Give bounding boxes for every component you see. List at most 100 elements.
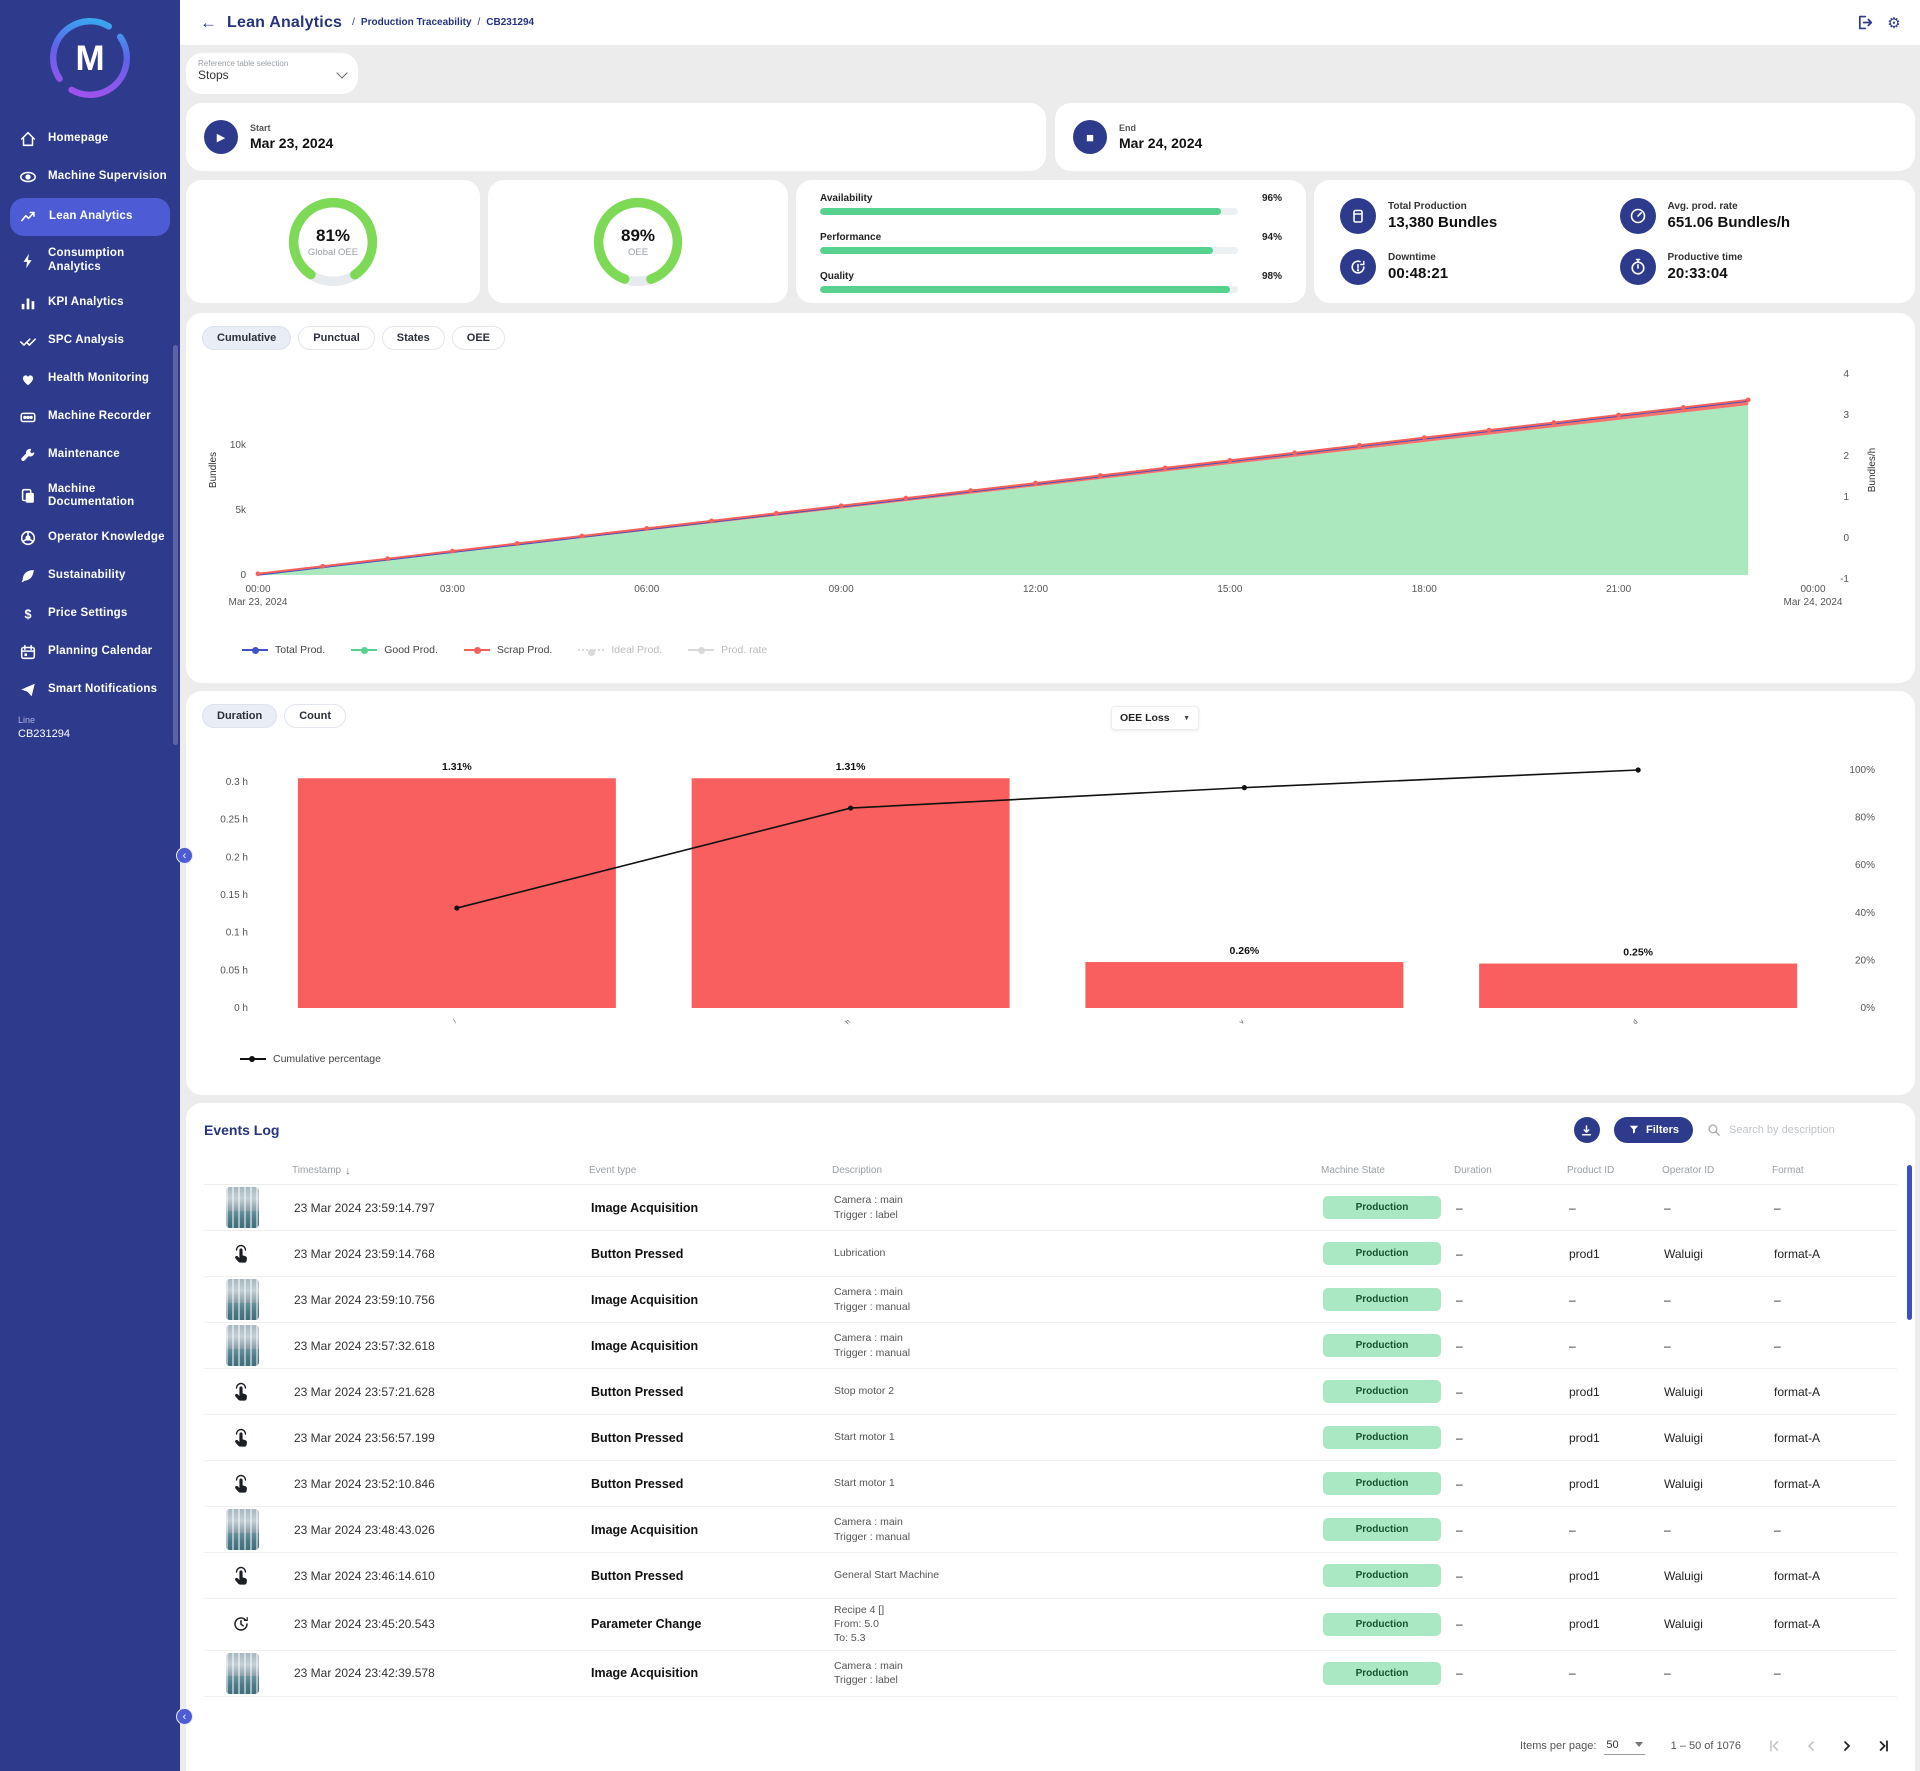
legend-total-prod[interactable]: Total Prod. bbox=[242, 644, 325, 656]
svg-text:0: 0 bbox=[240, 570, 246, 581]
column-header-product-id[interactable]: Product ID bbox=[1567, 1165, 1662, 1176]
start-date-card[interactable]: ▶ Start Mar 23, 2024 bbox=[186, 103, 1046, 171]
search-input[interactable] bbox=[1729, 1124, 1889, 1136]
column-header-machine-state[interactable]: Machine State bbox=[1321, 1165, 1454, 1176]
table-row[interactable]: 23 Mar 2024 23:59:10.756Image Acquisitio… bbox=[204, 1277, 1897, 1323]
events-scrollbar[interactable] bbox=[1907, 1165, 1912, 1320]
table-row[interactable]: 23 Mar 2024 23:57:21.628Button PressedSt… bbox=[204, 1369, 1897, 1415]
tab-oee[interactable]: OEE bbox=[452, 326, 505, 350]
photo-thumbnail[interactable] bbox=[226, 1509, 259, 1550]
breadcrumb-item-cb231294[interactable]: CB231294 bbox=[478, 17, 535, 28]
first-page-button[interactable] bbox=[1767, 1738, 1783, 1754]
cell-event-type: Image Acquisition bbox=[589, 1335, 832, 1357]
heart-icon bbox=[19, 370, 37, 388]
previous-page-button[interactable] bbox=[1803, 1738, 1819, 1754]
svg-text:3: 3 bbox=[1843, 410, 1849, 421]
table-row[interactable]: 23 Mar 2024 23:52:10.846Button PressedSt… bbox=[204, 1461, 1897, 1507]
legend-scrap-prod[interactable]: Scrap Prod. bbox=[464, 644, 552, 656]
sidebar-item-operator-knowledge[interactable]: Operator Knowledge bbox=[0, 519, 180, 557]
next-page-button[interactable] bbox=[1839, 1738, 1855, 1754]
logout-icon[interactable] bbox=[1855, 14, 1873, 32]
table-row[interactable]: 23 Mar 2024 23:46:14.610Button PressedGe… bbox=[204, 1553, 1897, 1599]
settings-gear-icon[interactable]: ⚙ bbox=[1885, 14, 1903, 32]
back-arrow-icon[interactable]: ← bbox=[200, 13, 217, 33]
filters-label: Filters bbox=[1646, 1124, 1679, 1136]
sidebar-item-machine-supervision[interactable]: Machine Supervision bbox=[0, 158, 180, 196]
table-row[interactable]: 23 Mar 2024 23:59:14.768Button PressedLu… bbox=[204, 1231, 1897, 1277]
pareto-legend: Cumulative percentage bbox=[202, 1053, 1899, 1065]
sidebar-item-health-monitoring[interactable]: Health Monitoring bbox=[0, 360, 180, 398]
sidebar-item-kpi-analytics[interactable]: KPI Analytics bbox=[0, 284, 180, 322]
photo-thumbnail[interactable] bbox=[226, 1187, 259, 1228]
reference-table-select[interactable]: Reference table selection Stops bbox=[186, 53, 358, 94]
items-per-page-select[interactable]: 50 bbox=[1604, 1738, 1644, 1755]
sidebar-item-smart-notifications[interactable]: Smart Notifications bbox=[0, 671, 180, 709]
sidebar-item-homepage[interactable]: Homepage bbox=[0, 120, 180, 158]
column-header-format[interactable]: Format bbox=[1772, 1165, 1897, 1176]
legend-ideal-prod[interactable]: Ideal Prod. bbox=[578, 644, 662, 656]
pareto-tab-count[interactable]: Count bbox=[284, 704, 346, 728]
pagination: Items per page: 50 1 – 50 of 1076 bbox=[204, 1727, 1897, 1765]
svg-text:10k: 10k bbox=[230, 440, 247, 451]
cell-format: – bbox=[1772, 1662, 1897, 1684]
cell-description: General Start Machine bbox=[832, 1564, 1321, 1586]
filters-button[interactable]: Filters bbox=[1614, 1117, 1693, 1143]
sidebar-item-price-settings[interactable]: $Price Settings bbox=[0, 595, 180, 633]
cell-format: format-A bbox=[1772, 1565, 1897, 1587]
sidebar-item-lean-analytics[interactable]: Lean Analytics bbox=[10, 198, 170, 236]
cell-event-type: Image Acquisition bbox=[589, 1197, 832, 1219]
oee-loss-pareto-card: DurationCount OEE Loss ▼ 0.3 h0.25 h0.2 … bbox=[186, 691, 1915, 1095]
table-row[interactable]: 23 Mar 2024 23:57:32.618Image Acquisitio… bbox=[204, 1323, 1897, 1369]
cell-timestamp: 23 Mar 2024 23:45:20.543 bbox=[292, 1613, 589, 1635]
table-row[interactable]: 23 Mar 2024 23:42:39.578Image Acquisitio… bbox=[204, 1651, 1897, 1697]
bolt-icon bbox=[19, 252, 37, 270]
sidebar-item-consumption-analytics[interactable]: Consumption Analytics bbox=[0, 238, 180, 284]
column-header-timestamp[interactable]: Timestamp ↓ bbox=[292, 1165, 589, 1177]
sidebar-item-planning-calendar[interactable]: Planning Calendar bbox=[0, 633, 180, 671]
oee-loss-dropdown[interactable]: OEE Loss ▼ bbox=[1111, 706, 1199, 730]
sidebar-item-sustainability[interactable]: Sustainability bbox=[0, 557, 180, 595]
table-row[interactable]: 23 Mar 2024 23:56:57.199Button PressedSt… bbox=[204, 1415, 1897, 1461]
pareto-legend-label: Cumulative percentage bbox=[273, 1053, 381, 1065]
cell-product-id: prod1 bbox=[1567, 1473, 1662, 1495]
cell-description: Camera : mainTrigger : label bbox=[832, 1655, 1321, 1691]
cell-machine-state: Production bbox=[1321, 1376, 1454, 1407]
tab-cumulative[interactable]: Cumulative bbox=[202, 326, 291, 350]
column-header-description[interactable]: Description bbox=[832, 1165, 1321, 1176]
cell-duration: – bbox=[1454, 1613, 1567, 1635]
legend-good-prod[interactable]: Good Prod. bbox=[351, 644, 438, 656]
photo-thumbnail[interactable] bbox=[226, 1325, 259, 1366]
column-header-duration[interactable]: Duration bbox=[1454, 1165, 1567, 1176]
table-row[interactable]: 23 Mar 2024 23:45:20.543Parameter Change… bbox=[204, 1599, 1897, 1651]
table-row[interactable]: 23 Mar 2024 23:59:14.797Image Acquisitio… bbox=[204, 1185, 1897, 1231]
sidebar-item-spc-analysis[interactable]: SPC Analysis bbox=[0, 322, 180, 360]
tab-states[interactable]: States bbox=[382, 326, 445, 350]
tab-punctual[interactable]: Punctual bbox=[298, 326, 374, 350]
table-row[interactable]: 23 Mar 2024 23:48:43.026Image Acquisitio… bbox=[204, 1507, 1897, 1553]
cell-product-id: prod1 bbox=[1567, 1427, 1662, 1449]
sidebar-scrollbar[interactable] bbox=[173, 345, 178, 745]
download-button[interactable] bbox=[1574, 1117, 1600, 1143]
photo-thumbnail[interactable] bbox=[226, 1279, 259, 1320]
sidebar-collapse-button-bottom[interactable]: ‹ bbox=[176, 1708, 193, 1725]
sidebar-item-maintenance[interactable]: Maintenance bbox=[0, 436, 180, 474]
app-logo: M bbox=[0, 0, 180, 114]
cell-format: – bbox=[1772, 1197, 1897, 1219]
column-header-operator-id[interactable]: Operator ID bbox=[1662, 1165, 1772, 1176]
column-header-event-type[interactable]: Event type bbox=[589, 1165, 832, 1176]
svg-text:0.15 h: 0.15 h bbox=[220, 890, 248, 901]
sidebar-item-machine-documentation[interactable]: Machine Documentation bbox=[0, 474, 180, 520]
last-page-button[interactable] bbox=[1875, 1738, 1891, 1754]
tap-icon bbox=[230, 1243, 252, 1265]
sidebar-collapse-button[interactable]: ‹ bbox=[176, 847, 193, 864]
legend-prod-rate[interactable]: Prod. rate bbox=[688, 644, 767, 656]
breadcrumb-item-production-traceability[interactable]: Production Traceability bbox=[352, 17, 471, 28]
sidebar-item-label: Price Settings bbox=[48, 607, 128, 621]
end-date-card[interactable]: ■ End Mar 24, 2024 bbox=[1055, 103, 1915, 171]
pareto-tab-duration[interactable]: Duration bbox=[202, 704, 277, 728]
cell-description: Camera : mainTrigger : label bbox=[832, 1189, 1321, 1225]
sidebar-item-machine-recorder[interactable]: Machine Recorder bbox=[0, 398, 180, 436]
svg-text:0: 0 bbox=[1843, 533, 1849, 544]
cell-machine-state: Production bbox=[1321, 1192, 1454, 1223]
photo-thumbnail[interactable] bbox=[226, 1653, 259, 1694]
